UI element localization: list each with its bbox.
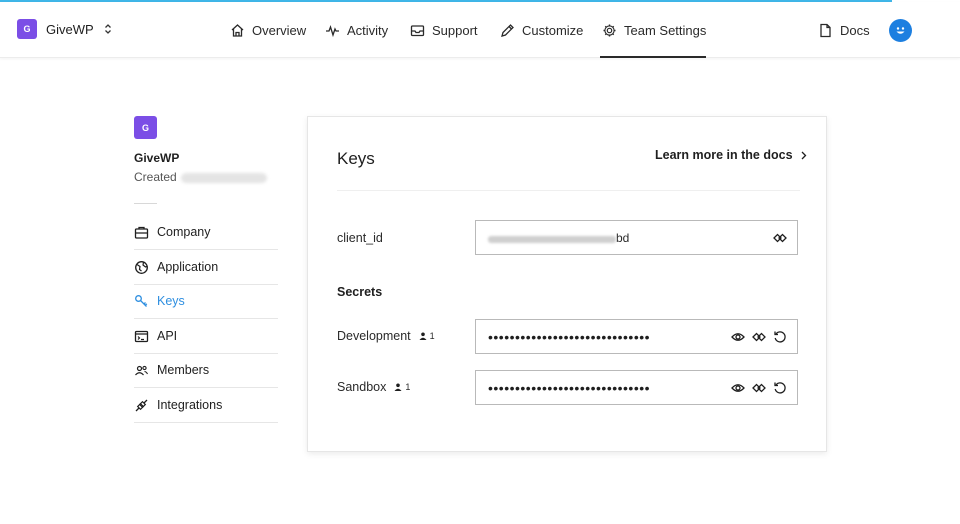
secret-count-value: 1	[429, 331, 435, 341]
redacted-created-date	[180, 172, 267, 183]
eye-icon[interactable]	[731, 330, 745, 344]
nav-team-settings-label: Team Settings	[624, 22, 707, 38]
secret-actions	[724, 330, 787, 344]
home-icon	[230, 23, 245, 38]
key-icon	[134, 294, 149, 309]
client-id-value[interactable]: bd	[488, 231, 766, 245]
secret-actions	[724, 381, 787, 395]
rotate-icon[interactable]	[773, 381, 787, 395]
copy-icon[interactable]	[752, 381, 766, 395]
user-icon	[419, 332, 427, 340]
team-created: Created	[134, 170, 267, 184]
created-label: Created	[134, 170, 177, 184]
sidebar-item-label: Integrations	[157, 398, 223, 412]
secret-count-value: 1	[405, 382, 411, 392]
inbox-icon	[410, 23, 425, 38]
team-name-heading: GiveWP	[134, 151, 180, 165]
document-icon	[818, 23, 833, 38]
plug-icon	[134, 398, 149, 413]
team-avatar: G	[134, 116, 157, 139]
nav-activity-label: Activity	[347, 22, 389, 38]
sidebar-item-label: Members	[157, 363, 210, 377]
secret-sandbox-field[interactable]: ••••••••••••••••••••••••••••••	[475, 370, 798, 405]
top-navigation: G GiveWP Overview Activity Support Custo…	[0, 2, 960, 58]
briefcase-icon	[134, 225, 149, 240]
copy-icon[interactable]	[752, 330, 766, 344]
sidebar-item-members[interactable]: Members	[134, 353, 278, 388]
user-icon	[394, 383, 402, 391]
sidebar-item-label: Company	[157, 225, 211, 239]
secret-name: Development	[337, 329, 411, 343]
team-switcher[interactable]: G GiveWP	[17, 19, 114, 39]
globe-icon	[134, 260, 149, 275]
secret-name: Sandbox	[337, 380, 387, 394]
user-avatar[interactable]	[889, 19, 912, 42]
nav-overview[interactable]: Overview	[230, 2, 306, 58]
client-id-field[interactable]: bd	[475, 220, 798, 255]
client-id-label: client_id	[337, 231, 383, 245]
team-name: GiveWP	[46, 21, 94, 37]
secret-user-count: 1	[394, 382, 410, 392]
secret-development-label: Development 1	[337, 329, 435, 343]
client-id-actions	[766, 231, 787, 245]
panel-divider	[337, 190, 800, 191]
members-icon	[134, 363, 149, 378]
eye-icon[interactable]	[731, 381, 745, 395]
gear-icon	[602, 23, 617, 38]
redacted-client-id	[488, 235, 616, 243]
rotate-icon[interactable]	[773, 330, 787, 344]
client-id-visible-suffix: bd	[616, 230, 630, 245]
learn-more-link[interactable]: Learn more in the docs	[655, 148, 807, 162]
docs-link[interactable]: Docs	[818, 2, 870, 58]
nav-support-label: Support	[432, 22, 478, 38]
pencil-icon	[500, 23, 515, 38]
team-logo: G	[17, 19, 37, 39]
nav-customize-label: Customize	[522, 22, 584, 38]
chevron-up-down-icon	[104, 22, 114, 36]
docs-label: Docs	[840, 22, 870, 38]
page-title: Keys	[337, 149, 375, 168]
sidebar-divider	[134, 203, 157, 204]
secret-user-count: 1	[419, 331, 435, 341]
sidebar-item-integrations[interactable]: Integrations	[134, 388, 278, 423]
sidebar-item-company[interactable]: Company	[134, 215, 278, 250]
sidebar-item-application[interactable]: Application	[134, 250, 278, 285]
sidebar-item-keys[interactable]: Keys	[134, 284, 278, 319]
nav-activity[interactable]: Activity	[325, 2, 388, 58]
secret-value[interactable]: ••••••••••••••••••••••••••••••	[488, 330, 724, 344]
terminal-icon	[134, 329, 149, 344]
keys-panel: Keys Learn more in the docs client_id bd…	[307, 116, 827, 452]
nav-overview-label: Overview	[252, 22, 307, 38]
nav-support[interactable]: Support	[410, 2, 478, 58]
smiley-icon	[896, 27, 905, 34]
sidebar-item-label: Keys	[157, 294, 185, 308]
secret-development-field[interactable]: ••••••••••••••••••••••••••••••	[475, 319, 798, 354]
secret-value[interactable]: ••••••••••••••••••••••••••••••	[488, 381, 724, 395]
learn-more-label: Learn more in the docs	[655, 148, 793, 162]
nav-team-settings[interactable]: Team Settings	[600, 2, 707, 58]
secret-sandbox-label: Sandbox 1	[337, 380, 410, 394]
sidebar-item-label: Application	[157, 260, 219, 274]
activity-icon	[325, 23, 340, 38]
sidebar-item-label: API	[157, 329, 178, 343]
chevron-right-icon	[801, 151, 807, 160]
nav-customize[interactable]: Customize	[500, 2, 583, 58]
secrets-heading: Secrets	[337, 285, 383, 299]
copy-icon[interactable]	[773, 231, 787, 245]
sidebar-item-api[interactable]: API	[134, 319, 278, 354]
